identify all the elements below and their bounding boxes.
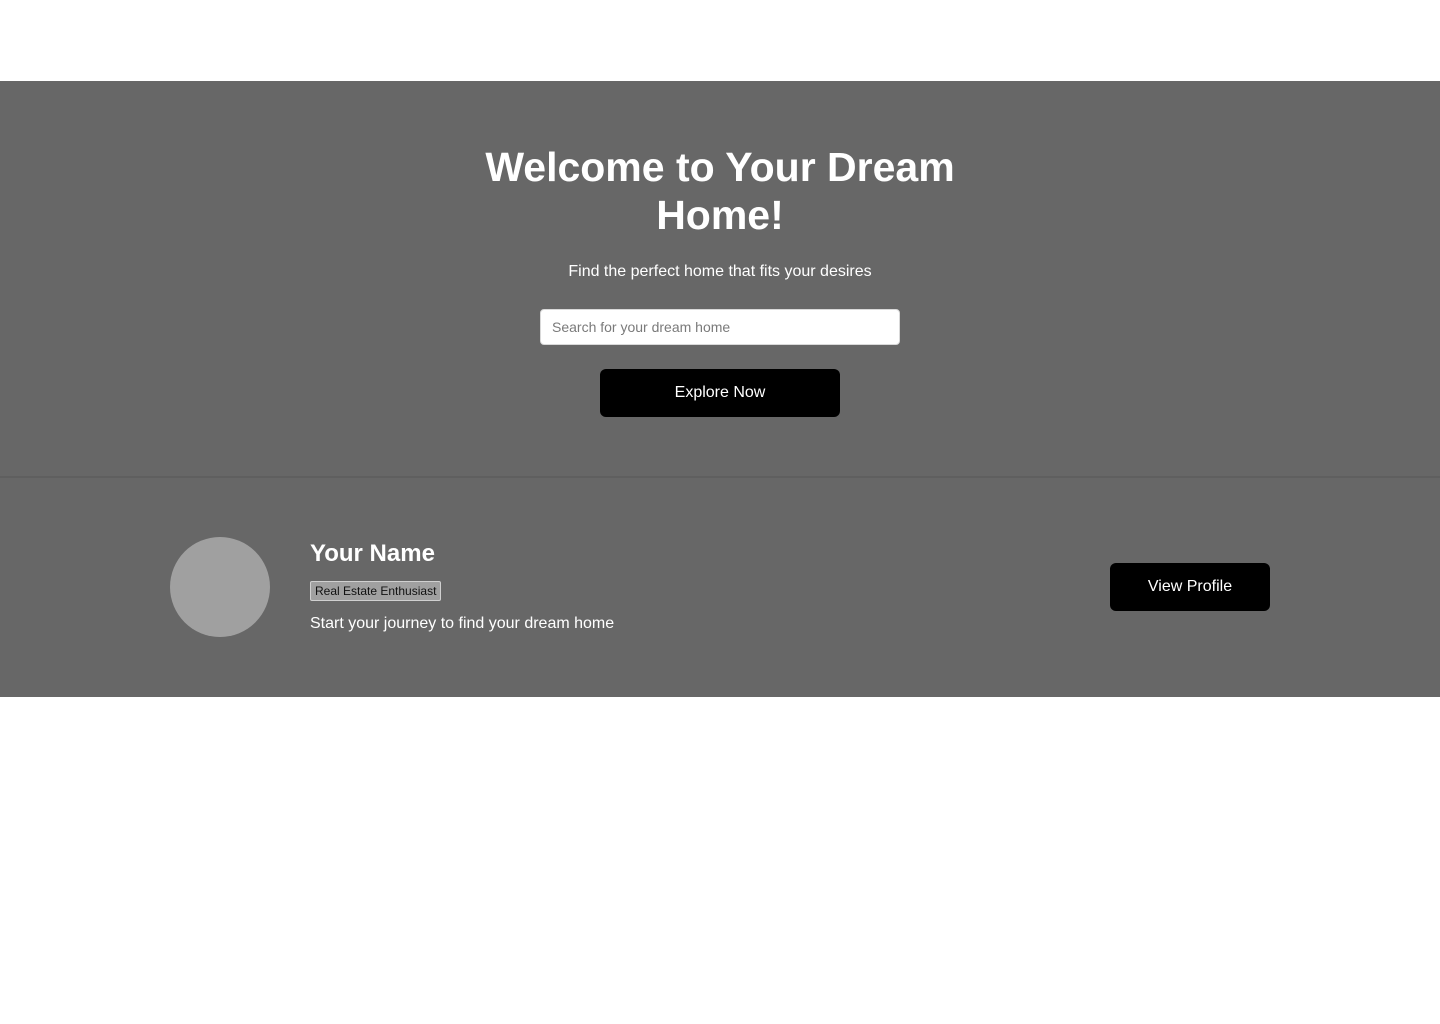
hero-subtitle: Find the perfect home that fits your des…: [568, 263, 872, 280]
view-profile-button[interactable]: View Profile: [1110, 563, 1270, 611]
hero-title: Welcome to Your Dream Home!: [485, 144, 955, 238]
top-blank-area: [0, 0, 1440, 81]
page: Welcome to Your Dream Home! Find the per…: [0, 0, 1440, 1024]
profile-name: Your Name: [310, 540, 435, 567]
search-input[interactable]: [540, 309, 900, 345]
profile-section: Your Name Real Estate Enthusiast Start y…: [0, 478, 1440, 697]
explore-now-button[interactable]: Explore Now: [600, 369, 840, 417]
profile-description: Start your journey to find your dream ho…: [310, 615, 615, 632]
profile-tag-badge: Real Estate Enthusiast: [310, 581, 442, 601]
hero-section: Welcome to Your Dream Home! Find the per…: [0, 81, 1440, 476]
avatar-placeholder-icon: [170, 537, 270, 637]
